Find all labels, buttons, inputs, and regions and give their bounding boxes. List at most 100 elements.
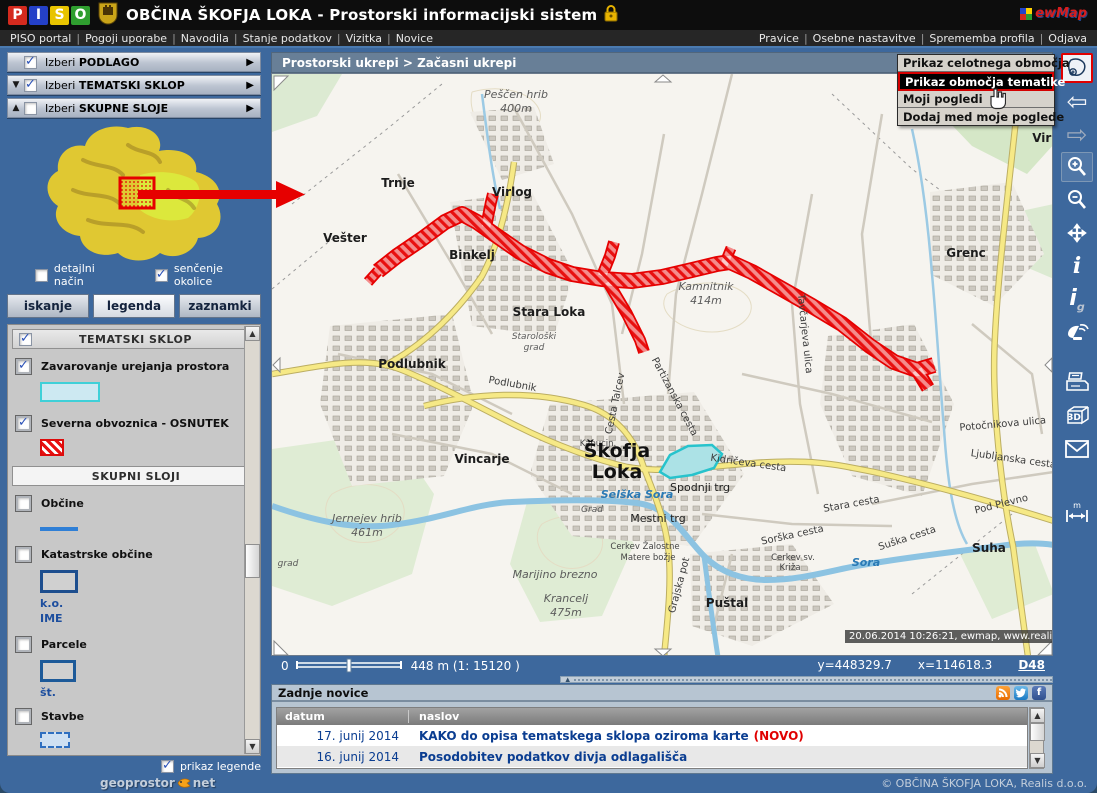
legend-item-parcele: Parcele	[16, 637, 260, 652]
overview-minimap[interactable]	[28, 120, 238, 269]
ewmap-logo[interactable]: ewMap	[1020, 6, 1087, 21]
info-button[interactable]: i	[1061, 251, 1093, 281]
info-group-button[interactable]: ig	[1061, 284, 1093, 314]
shade-checkbox[interactable]	[155, 269, 168, 282]
map-label: Starološki	[512, 331, 557, 342]
selector-skupni-sloji[interactable]: ▲ Izberi SKUPNE SLOJE ▶	[7, 98, 261, 118]
menu-sprememba-profila[interactable]: Sprememba profila	[929, 32, 1034, 45]
map-canvas[interactable]: Peščen hrib400mTrnjeVirlogVešterBinkeljS…	[271, 73, 1053, 656]
rss-icon[interactable]	[996, 686, 1010, 700]
info-icon: i	[1073, 253, 1081, 279]
zavarovanje-checkbox[interactable]	[16, 359, 31, 374]
menu-osebne-nastavitve[interactable]: Osebne nastavitve	[813, 32, 916, 45]
svg-text:3D: 3D	[1067, 413, 1081, 423]
scale-value-link[interactable]: 15120	[473, 659, 511, 673]
map-label: Krancelj	[544, 592, 589, 605]
3d-button[interactable]: 3D	[1061, 401, 1093, 431]
tab-iskanje[interactable]: iskanje	[7, 294, 89, 318]
map-toolbar: ⇦ ⇨ i ig 3D m	[1058, 53, 1096, 530]
piso-letter: I	[29, 6, 48, 25]
submenu-arrow-icon[interactable]: ▶	[246, 80, 254, 91]
prikaz-legende-checkbox[interactable]	[161, 760, 174, 773]
katastrske-checkbox[interactable]	[16, 547, 31, 562]
mail-button[interactable]	[1061, 434, 1093, 464]
menu-right: Pravice|Osebne nastavitve|Sprememba prof…	[759, 32, 1087, 45]
context-menu-item-dodaj-med-moje-poglede[interactable]: Dodaj med moje poglede	[898, 108, 1054, 125]
scroll-up-icon[interactable]: ▲	[245, 326, 260, 341]
menu-navodila[interactable]: Navodila	[181, 32, 229, 45]
map-label: Virlog	[492, 185, 532, 199]
selector-tematski-sklop[interactable]: ▼ Izberi TEMATSKI SKLOP ▶	[7, 75, 261, 95]
skupni-checkbox[interactable]	[24, 102, 37, 115]
piso-logo[interactable]: P I S O	[8, 6, 90, 25]
obvoznica-checkbox[interactable]	[16, 416, 31, 431]
datum-link[interactable]: D48	[1018, 658, 1045, 672]
context-menu-item-prikaz-celotnega-obmo-ja[interactable]: Prikaz celotnega območja	[898, 55, 1054, 72]
layer-label: Parcele	[41, 638, 87, 651]
news-splitter[interactable]: ▲	[560, 676, 1053, 683]
stavbe-checkbox[interactable]	[16, 709, 31, 724]
news-link[interactable]: KAKO do opisa tematskega sklopa oziroma …	[409, 729, 749, 743]
back-button[interactable]: ⇦	[1061, 86, 1093, 116]
submenu-arrow-icon[interactable]: ▶	[246, 103, 254, 114]
twitter-icon[interactable]	[1014, 686, 1028, 700]
podlago-checkbox[interactable]	[24, 56, 37, 69]
piso-letter: O	[71, 6, 90, 25]
map-label: Vincarje	[454, 452, 509, 466]
detail-mode-checkbox[interactable]	[35, 269, 48, 282]
pan-button[interactable]	[1061, 218, 1093, 248]
legend-item-stavbe: Stavbe	[16, 709, 260, 724]
print-button[interactable]	[1061, 368, 1093, 398]
obcine-checkbox[interactable]	[16, 496, 31, 511]
scale-slider[interactable]	[295, 658, 405, 673]
zoom-out-button[interactable]	[1061, 185, 1093, 215]
menu-novice[interactable]: Novice	[396, 32, 433, 45]
measure-button[interactable]: m	[1061, 497, 1093, 527]
gps-button[interactable]	[1061, 317, 1093, 347]
menu-separator: |	[172, 32, 176, 45]
menu-piso-portal[interactable]: PISO portal	[10, 32, 71, 45]
splitter-up-icon: ▲	[565, 676, 570, 683]
menubar: PISO portal|Pogoji uporabe|Navodila|Stan…	[0, 30, 1097, 48]
zoom-in-button[interactable]	[1061, 152, 1093, 182]
news-row: 16. junij 2014 Posodobitev podatkov divj…	[277, 746, 1027, 767]
menu-pravice[interactable]: Pravice	[759, 32, 799, 45]
menu-pogoji-uporabe[interactable]: Pogoji uporabe	[85, 32, 167, 45]
tab-zaznamki[interactable]: zaznamki	[179, 294, 261, 318]
menu-stanje-podatkov[interactable]: Stanje podatkov	[243, 32, 332, 45]
legend-scrollbar[interactable]: ▲ ▼	[244, 326, 259, 754]
tab-legenda[interactable]: legenda	[93, 294, 175, 318]
scroll-down-icon[interactable]: ▼	[245, 739, 260, 754]
geoprostor-logo[interactable]: geoprostornet	[100, 776, 215, 790]
news-link[interactable]: Posodobitev podatkov divja odlagališča	[409, 750, 687, 764]
context-menu-item-prikaz-obmo-ja-tematike[interactable]: Prikaz območja tematike	[898, 72, 1054, 91]
scroll-thumb[interactable]	[245, 544, 260, 578]
map-label: Križa	[779, 563, 800, 573]
collapse-up-icon[interactable]: ▲	[8, 103, 24, 113]
scroll-up-icon[interactable]: ▲	[1030, 708, 1045, 723]
viewport-rect[interactable]	[120, 178, 154, 208]
selector-podlago[interactable]: Izberi PODLAGO ▶	[7, 52, 261, 72]
map-label: Cerkev sv.	[771, 553, 815, 563]
katastrske-sub-label: IME	[40, 612, 260, 625]
menu-odjava[interactable]: Odjava	[1048, 32, 1087, 45]
parcele-checkbox[interactable]	[16, 637, 31, 652]
menu-left: PISO portal|Pogoji uporabe|Navodila|Stan…	[10, 32, 433, 45]
view-context-menu: Prikaz celotnega območjaPrikaz območja t…	[897, 54, 1055, 126]
back-arrow-icon: ⇦	[1067, 89, 1088, 114]
scroll-thumb[interactable]	[1030, 723, 1045, 741]
info-group-icon: ig	[1069, 285, 1084, 313]
tematski-all-checkbox[interactable]	[19, 333, 32, 346]
forward-button[interactable]: ⇨	[1061, 119, 1093, 149]
submenu-arrow-icon[interactable]: ▶	[246, 57, 254, 68]
tematski-checkbox[interactable]	[24, 79, 37, 92]
scroll-down-icon[interactable]: ▼	[1030, 753, 1045, 768]
map-label: Binkelj	[449, 248, 495, 262]
menu-vizitka[interactable]: Vizitka	[346, 32, 382, 45]
context-menu-item-moji-pogledi[interactable]: Moji pogledi	[898, 91, 1054, 108]
scale-thumb[interactable]	[347, 659, 351, 672]
collapse-down-icon[interactable]: ▼	[8, 80, 24, 90]
news-scrollbar[interactable]: ▲ ▼	[1029, 707, 1044, 769]
facebook-icon[interactable]: f	[1032, 686, 1046, 700]
map-label: Selška Sora	[601, 488, 674, 501]
